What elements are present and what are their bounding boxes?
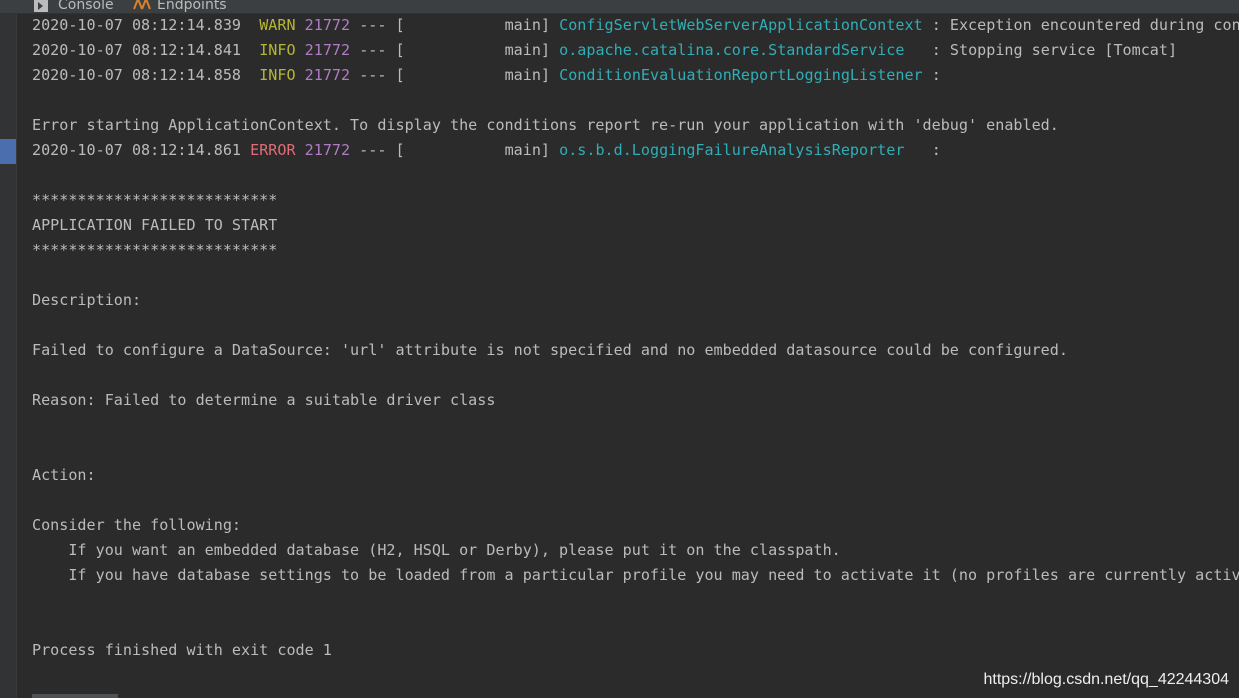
log-pid: 21772 [304, 16, 351, 34]
action-label: Action: [32, 466, 96, 484]
log-pid: 21772 [304, 66, 351, 84]
description-text: Failed to configure a DataSource: 'url' … [32, 341, 1068, 359]
log-message: : Stopping service [Tomcat] [904, 41, 1178, 59]
log-separator: --- [359, 66, 387, 84]
endpoints-icon [133, 0, 151, 13]
log-timestamp: 2020-10-07 08:12:14.858 [32, 66, 242, 84]
error-starting-message: Error starting ApplicationContext. To di… [32, 116, 1059, 134]
log-timestamp: 2020-10-07 08:12:14.841 [32, 41, 242, 59]
log-message: : Exception encountered during cont [922, 16, 1239, 34]
banner-stars-top: *************************** [32, 191, 278, 209]
log-thread: [ main] [395, 141, 551, 159]
log-level-info: INFO [259, 41, 296, 59]
log-separator: --- [359, 16, 387, 34]
process-exit-message: Process finished with exit code 1 [32, 641, 332, 659]
reason-text: Reason: Failed to determine a suitable d… [32, 391, 496, 409]
console-tab-bar: Console Endpoints [0, 0, 1239, 14]
log-level-info: INFO [259, 66, 296, 84]
suggestion-profile: If you have database settings to be load… [32, 566, 1239, 584]
log-thread: [ main] [395, 16, 551, 34]
suggestion-embedded-db: If you want an embedded database (H2, HS… [32, 541, 841, 559]
log-logger-link[interactable]: ConfigServletWebServerApplicationContext [559, 16, 923, 34]
log-level-warn: WARN [259, 16, 296, 34]
log-logger-link[interactable]: o.s.b.d.LoggingFailureAnalysisReporter [559, 141, 904, 159]
log-line-info: 2020-10-07 08:12:14.841 INFO 21772 --- [… [32, 38, 1177, 63]
tab-console[interactable]: Console [34, 0, 114, 13]
log-logger-link[interactable]: ConditionEvaluationReportLoggingListener [559, 66, 923, 84]
tab-endpoints[interactable]: Endpoints [133, 0, 227, 13]
console-icon [34, 0, 48, 12]
log-thread: [ main] [395, 41, 551, 59]
log-message: : [922, 66, 941, 84]
log-line-error: 2020-10-07 08:12:14.861 ERROR 21772 --- … [32, 138, 941, 163]
ide-run-console-window: Console Endpoints 2020-10-07 08:12:14.83… [0, 0, 1239, 698]
watermark: https://blog.csdn.net/qq_42244304 [983, 671, 1229, 688]
console-output[interactable]: 2020-10-07 08:12:14.839 WARN 21772 --- [… [32, 13, 1239, 698]
banner-stars-bottom: *************************** [32, 241, 278, 259]
gutter-selection-marker [0, 139, 16, 164]
description-label: Description: [32, 291, 142, 309]
tab-endpoints-label: Endpoints [157, 0, 227, 13]
log-pid: 21772 [304, 141, 351, 159]
log-separator: --- [359, 141, 387, 159]
horizontal-scrollbar-thumb[interactable] [32, 694, 118, 698]
log-message: : [904, 141, 941, 159]
log-timestamp: 2020-10-07 08:12:14.839 [32, 16, 242, 34]
left-gutter [0, 14, 17, 698]
log-timestamp: 2020-10-07 08:12:14.861 [32, 141, 242, 159]
application-failed-title: APPLICATION FAILED TO START [32, 216, 278, 234]
log-pid: 21772 [304, 41, 351, 59]
log-separator: --- [359, 41, 387, 59]
tab-console-label: Console [58, 0, 114, 13]
log-level-error: ERROR [250, 141, 296, 159]
log-logger-link[interactable]: o.apache.catalina.core.StandardService [559, 41, 904, 59]
log-line-info: 2020-10-07 08:12:14.858 INFO 21772 --- [… [32, 63, 941, 88]
log-thread: [ main] [395, 66, 551, 84]
consider-text: Consider the following: [32, 516, 242, 534]
log-line-warn: 2020-10-07 08:12:14.839 WARN 21772 --- [… [32, 13, 1239, 38]
